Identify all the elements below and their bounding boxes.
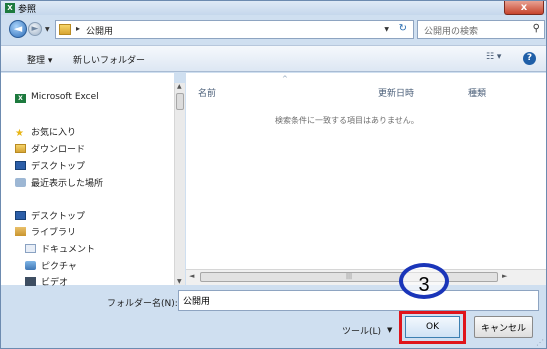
help-icon[interactable]: ? xyxy=(523,52,536,65)
column-header-name[interactable]: 名前 xyxy=(198,86,216,99)
navigation-row: ◄ ► ▼ ▸ 公開用 ▼ ↻ 公開用の検索 ⚲ xyxy=(1,15,546,45)
recent-places-icon xyxy=(15,178,26,187)
download-folder-icon xyxy=(15,144,26,153)
address-bar[interactable]: ▸ 公開用 ▼ ↻ xyxy=(55,20,414,39)
sidebar-item-pictures[interactable]: ピクチャ xyxy=(25,259,77,272)
desktop-icon xyxy=(15,211,26,220)
sidebar-item-microsoft-excel[interactable]: X Microsoft Excel xyxy=(15,92,99,103)
window-title: 参照 xyxy=(18,5,37,15)
scrollbar-thumb[interactable]: ||| xyxy=(200,272,498,282)
refresh-icon[interactable]: ↻ xyxy=(399,23,407,34)
title-bar: X 参照 x xyxy=(1,1,546,15)
star-icon: ★ xyxy=(15,128,24,139)
resize-grip-icon[interactable]: ⋰ xyxy=(536,338,544,347)
breadcrumb-separator: ▸ xyxy=(76,24,81,33)
close-button[interactable]: x xyxy=(504,1,544,15)
folder-icon xyxy=(59,24,71,35)
sidebar-item-libraries[interactable]: ライブラリ xyxy=(15,225,76,238)
pictures-icon xyxy=(25,261,36,270)
command-toolbar: 整理 ▾ 新しいフォルダー ☷ ▾ ? xyxy=(1,45,546,72)
forward-button[interactable]: ► xyxy=(28,22,42,36)
new-folder-button[interactable]: 新しいフォルダー xyxy=(73,53,145,66)
sidebar-item-label: Microsoft Excel xyxy=(31,92,99,102)
sidebar-item-videos[interactable]: ビデオ xyxy=(25,275,68,288)
sidebar-item-documents[interactable]: ドキュメント xyxy=(25,242,95,255)
search-input[interactable]: 公開用の検索 xyxy=(424,24,478,37)
scroll-down-icon[interactable]: ▼ xyxy=(177,278,182,285)
sidebar-item-label: デスクトップ xyxy=(31,212,86,222)
column-header-modified[interactable]: 更新日時 xyxy=(378,86,414,99)
scrollbar-thumb[interactable] xyxy=(176,93,184,110)
excel-app-icon: X xyxy=(5,3,15,13)
scroll-right-icon[interactable]: ► xyxy=(502,272,507,280)
sidebar-item-label: ピクチャ xyxy=(41,262,77,272)
folder-name-label: フォルダー名(N): xyxy=(107,299,178,309)
excel-icon: X xyxy=(15,94,26,103)
ok-button[interactable]: OK xyxy=(405,316,460,338)
address-dropdown-icon[interactable]: ▼ xyxy=(384,26,389,33)
sidebar-item-label: ライブラリ xyxy=(31,228,77,238)
desktop-icon xyxy=(15,161,26,170)
breadcrumb-current[interactable]: 公開用 xyxy=(86,24,113,37)
sidebar-item-label: ドキュメント xyxy=(41,245,96,255)
scroll-left-icon[interactable]: ◄ xyxy=(189,272,194,280)
horizontal-scrollbar[interactable]: ◄ ||| ► xyxy=(186,269,546,285)
empty-list-message: 検索条件に一致する項目はありません。 xyxy=(275,116,419,125)
sidebar-item-favorites[interactable]: ★ お気に入り xyxy=(15,125,76,139)
view-options-button[interactable]: ☷ ▾ xyxy=(486,52,501,62)
sidebar-item-label: ビデオ xyxy=(41,278,69,288)
organize-button[interactable]: 整理 ▾ xyxy=(27,53,52,66)
back-button[interactable]: ◄ xyxy=(9,20,27,38)
sidebar-item-desktop-root[interactable]: デスクトップ xyxy=(15,209,85,222)
sidebar-item-label: お気に入り xyxy=(31,128,77,138)
history-dropdown-icon[interactable]: ▼ xyxy=(45,26,50,33)
step-number-callout: 3 xyxy=(399,263,449,299)
file-list: ^ 名前 更新日時 種類 検索条件に一致する項目はありません。 xyxy=(186,73,546,269)
sidebar-item-desktop[interactable]: デスクトップ xyxy=(15,159,85,172)
search-icon[interactable]: ⚲ xyxy=(533,23,540,34)
tools-button[interactable]: ツール(L) xyxy=(342,324,381,337)
scroll-up-icon[interactable]: ▲ xyxy=(177,83,182,90)
library-icon xyxy=(15,227,26,236)
sort-ascending-icon: ^ xyxy=(282,75,288,83)
navigation-pane: X Microsoft Excel ★ お気に入り ダウンロード デスクトップ 最近… xyxy=(1,73,174,288)
videos-icon xyxy=(25,277,36,286)
folder-browse-dialog: X 参照 x ◄ ► ▼ ▸ 公開用 ▼ ↻ 公開用の検索 ⚲ 整理 ▾ 新しい… xyxy=(0,0,547,349)
cancel-button[interactable]: キャンセル xyxy=(474,316,533,338)
sidebar-item-label: 最近表示した場所 xyxy=(31,179,104,189)
sidebar-item-label: デスクトップ xyxy=(31,162,86,172)
documents-icon xyxy=(25,244,36,253)
sidebar-item-label: ダウンロード xyxy=(31,145,86,155)
sidebar-item-recent-places[interactable]: 最近表示した場所 xyxy=(15,176,103,189)
tools-dropdown-icon[interactable]: ▼ xyxy=(387,326,392,334)
sidebar-item-downloads[interactable]: ダウンロード xyxy=(15,142,85,155)
folder-name-field[interactable] xyxy=(178,290,539,311)
navigation-scrollbar[interactable]: ▲ ▼ xyxy=(174,83,185,285)
search-box[interactable]: 公開用の検索 ⚲ xyxy=(417,20,545,39)
column-header-type[interactable]: 種類 xyxy=(468,86,486,99)
